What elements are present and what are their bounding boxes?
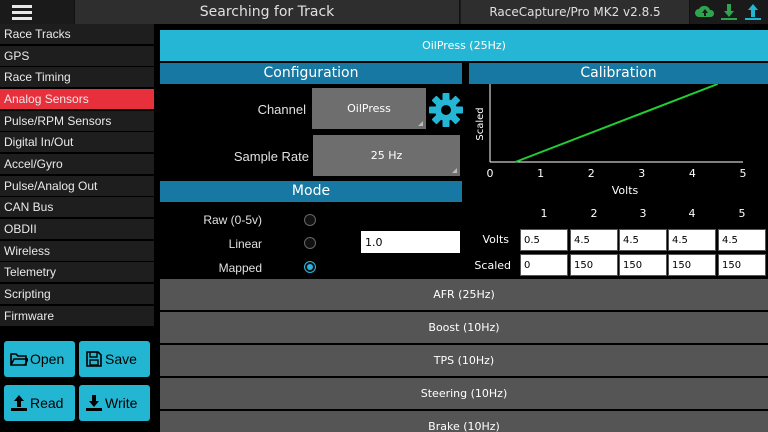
mode-mapped-radio[interactable]	[304, 261, 316, 273]
cal-col-3: 3	[639, 207, 647, 220]
sidebar-item-accel-gyro[interactable]: Accel/Gyro	[0, 154, 154, 174]
mode-linear-radio[interactable]	[304, 237, 316, 249]
read-label: Read	[30, 395, 64, 411]
cal-row-volts: Volts	[482, 233, 509, 246]
track-status-label: Searching for Track	[199, 4, 335, 20]
cal-col-4: 4	[688, 207, 696, 220]
menu-icon[interactable]	[0, 0, 48, 24]
chart-x-tick-3: 3	[638, 167, 645, 180]
sidebar: Race Tracks GPS Race Timing Analog Senso…	[0, 24, 154, 326]
version-info: RaceCapture/Pro MK2 v2.8.5	[461, 0, 690, 24]
channel-dropdown[interactable]: OilPress	[312, 88, 426, 129]
cal-scaled-1[interactable]: 0	[520, 254, 568, 276]
cal-volts-1[interactable]: 0.5	[520, 229, 568, 251]
version-label: RaceCapture/Pro MK2 v2.8.5	[489, 5, 661, 19]
chart-x-tick-5: 5	[740, 167, 747, 180]
gear-icon[interactable]	[428, 92, 464, 128]
sample-rate-dropdown[interactable]: 25 Hz	[313, 135, 460, 176]
sidebar-item-pulse-analog-out[interactable]: Pulse/Analog Out	[0, 176, 154, 196]
cal-col-1: 1	[540, 207, 548, 220]
channel-row-tps[interactable]: TPS (10Hz)	[160, 345, 768, 376]
mode-linear-label: Linear	[228, 237, 262, 251]
sidebar-item-digital-in-out[interactable]: Digital In/Out	[0, 132, 154, 152]
chart-x-tick-1: 1	[537, 167, 544, 180]
cal-volts-2[interactable]: 4.5	[570, 229, 618, 251]
calibration-line-0	[514, 84, 719, 163]
chart-x-tick-0: 0	[487, 167, 494, 180]
sidebar-item-firmware[interactable]: Firmware	[0, 306, 154, 326]
cal-col-2: 2	[590, 207, 598, 220]
write-label: Write	[105, 395, 138, 411]
cloud-upload-icon[interactable]	[694, 2, 716, 22]
sidebar-item-pulse-rpm-sensors[interactable]: Pulse/RPM Sensors	[0, 111, 154, 131]
chart-y-label: Scaled	[475, 107, 486, 140]
file-actions: Open Save Read Write	[0, 326, 160, 432]
write-button[interactable]: Write	[79, 385, 150, 421]
read-button[interactable]: Read	[4, 385, 75, 421]
channel-row-brake[interactable]: Brake (10Hz)	[160, 411, 768, 432]
mode-mapped-label: Mapped	[218, 261, 262, 275]
folder-open-icon	[10, 353, 28, 366]
cal-scaled-4[interactable]: 150	[668, 254, 716, 276]
linear-scale-input[interactable]	[361, 231, 460, 253]
mode-raw-radio[interactable]	[304, 214, 316, 226]
configuration-title: Configuration	[160, 63, 462, 84]
sidebar-item-wireless[interactable]: Wireless	[0, 241, 154, 261]
track-status: Searching for Track	[74, 0, 460, 24]
upload-icon[interactable]	[742, 2, 764, 22]
sidebar-item-telemetry[interactable]: Telemetry	[0, 262, 154, 282]
open-button[interactable]: Open	[4, 341, 75, 377]
calibration-title: Calibration	[469, 63, 768, 84]
channel-header[interactable]: OilPress (25Hz)	[160, 30, 768, 61]
floppy-disk-icon	[86, 351, 102, 367]
cal-volts-5[interactable]: 4.5	[718, 229, 766, 251]
open-label: Open	[30, 351, 65, 367]
sidebar-item-gps[interactable]: GPS	[0, 46, 154, 66]
mode-title: Mode	[160, 181, 462, 202]
cal-scaled-5[interactable]: 150	[718, 254, 766, 276]
download-icon	[86, 395, 102, 411]
sidebar-item-analog-sensors[interactable]: Analog Sensors	[0, 89, 154, 109]
sidebar-item-race-tracks[interactable]: Race Tracks	[0, 24, 154, 44]
sidebar-item-scripting[interactable]: Scripting	[0, 284, 154, 304]
cal-volts-3[interactable]: 4.5	[619, 229, 667, 251]
cal-scaled-2[interactable]: 150	[570, 254, 618, 276]
sample-rate-label: Sample Rate	[233, 149, 309, 164]
chart-x-label: Volts	[612, 184, 639, 197]
sidebar-item-race-timing[interactable]: Race Timing	[0, 67, 154, 87]
sidebar-item-obdii[interactable]: OBDII	[0, 219, 154, 239]
chart-x-tick-2: 2	[588, 167, 595, 180]
channel-row-boost[interactable]: Boost (10Hz)	[160, 312, 768, 343]
mode-raw-label: Raw (0-5v)	[203, 213, 262, 227]
channel-row-afr[interactable]: AFR (25Hz)	[160, 279, 768, 310]
save-button[interactable]: Save	[79, 341, 150, 377]
cal-row-scaled: Scaled	[474, 259, 511, 272]
chart-x-tick-4: 4	[689, 167, 696, 180]
upload-icon	[11, 395, 27, 411]
save-label: Save	[105, 351, 137, 367]
cal-volts-4[interactable]: 4.5	[668, 229, 716, 251]
sidebar-item-can-bus[interactable]: CAN Bus	[0, 197, 154, 217]
cal-scaled-3[interactable]: 150	[619, 254, 667, 276]
calibration-chart: Scaled Volts 0 1 2 3 4 5	[475, 84, 747, 197]
channel-label: Channel	[257, 102, 306, 117]
cal-col-5: 5	[738, 207, 746, 220]
download-icon[interactable]	[718, 2, 740, 22]
channel-row-steering[interactable]: Steering (10Hz)	[160, 378, 768, 409]
